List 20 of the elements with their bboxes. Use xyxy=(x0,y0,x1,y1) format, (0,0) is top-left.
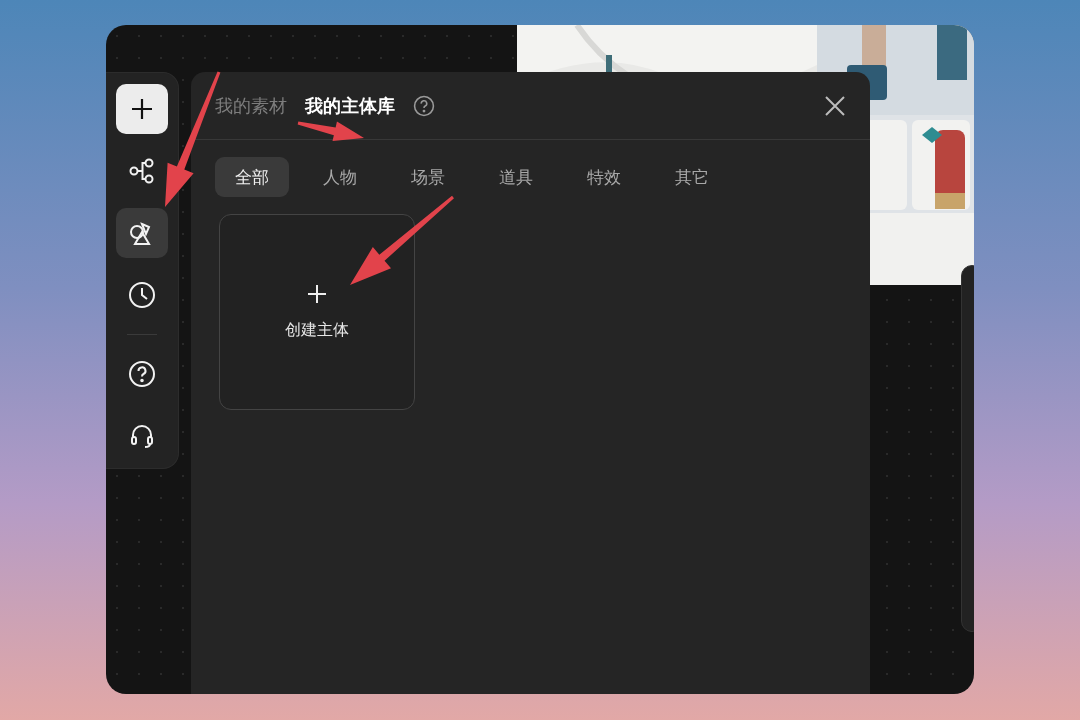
panel-tab[interactable]: 我的素材 xyxy=(215,93,287,118)
category-tab[interactable]: 特效 xyxy=(567,157,641,197)
category-tab[interactable]: 人物 xyxy=(303,157,377,197)
annotation-arrow xyxy=(297,121,364,142)
close-icon[interactable] xyxy=(824,94,846,117)
category-tab[interactable]: 场景 xyxy=(391,157,465,197)
plus-icon xyxy=(307,283,327,304)
category-tab[interactable]: 道具 xyxy=(479,157,553,197)
clock-icon xyxy=(128,281,156,309)
nodes-icon xyxy=(128,158,156,184)
category-tab[interactable]: 其它 xyxy=(655,157,729,197)
help-icon xyxy=(128,360,156,388)
help-icon[interactable] xyxy=(413,94,435,117)
category-tab[interactable]: 全部 xyxy=(215,157,289,197)
rail-button[interactable] xyxy=(116,208,168,258)
headset-icon xyxy=(130,423,154,449)
create-card[interactable]: 创建主体 xyxy=(219,214,415,410)
plus-icon xyxy=(130,97,154,121)
add-button[interactable] xyxy=(116,84,168,134)
panel-tab[interactable]: 我的主体库 xyxy=(305,93,395,118)
